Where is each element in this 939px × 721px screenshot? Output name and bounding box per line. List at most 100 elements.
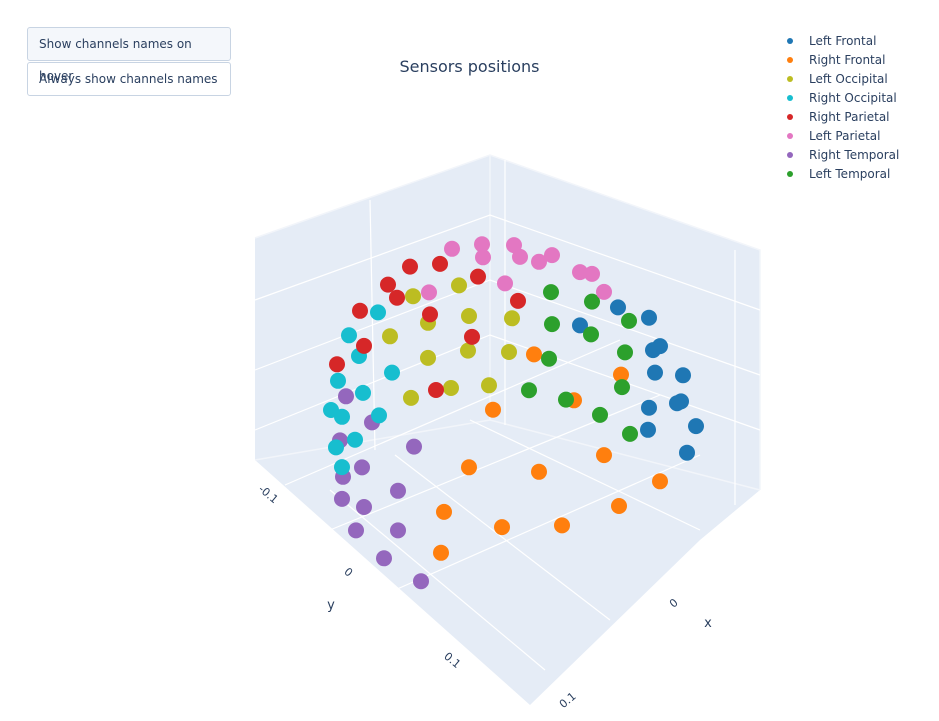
marker-left-frontal[interactable]	[647, 364, 663, 381]
marker-right-frontal[interactable]	[611, 498, 627, 514]
marker-right-occipital[interactable]	[334, 459, 350, 476]
marker-right-parietal[interactable]	[422, 306, 438, 323]
marker-left-frontal[interactable]	[675, 367, 691, 384]
marker-right-parietal[interactable]	[464, 328, 480, 345]
marker-left-occipital[interactable]	[382, 328, 398, 345]
y-tick-label: 0.1	[441, 650, 463, 671]
marker-right-temporal[interactable]	[354, 459, 370, 476]
legend-item-right-occipital[interactable]: Right Occipital	[780, 88, 899, 107]
marker-left-temporal[interactable]	[541, 350, 557, 367]
marker-left-parietal[interactable]	[421, 284, 437, 301]
marker-right-occipital[interactable]	[371, 407, 387, 424]
marker-right-parietal[interactable]	[329, 356, 345, 373]
marker-right-temporal[interactable]	[390, 482, 406, 499]
marker-left-parietal[interactable]	[531, 253, 547, 270]
marker-right-parietal[interactable]	[380, 276, 396, 293]
marker-left-parietal[interactable]	[596, 283, 612, 300]
marker-left-temporal[interactable]	[543, 284, 559, 301]
marker-left-occipital[interactable]	[420, 349, 436, 366]
marker-right-occipital[interactable]	[334, 408, 350, 425]
marker-left-temporal[interactable]	[621, 312, 637, 329]
marker-left-parietal[interactable]	[584, 265, 600, 282]
marker-left-temporal[interactable]	[544, 316, 560, 333]
marker-left-parietal[interactable]	[475, 249, 491, 266]
marker-right-frontal[interactable]	[531, 463, 547, 480]
marker-right-temporal[interactable]	[413, 573, 429, 590]
marker-left-parietal[interactable]	[444, 240, 460, 257]
legend-item-right-temporal[interactable]: Right Temporal	[780, 145, 899, 164]
marker-right-occipital[interactable]	[355, 384, 371, 401]
legend-item-left-parietal[interactable]: Left Parietal	[780, 126, 899, 145]
legend-label: Right Parietal	[809, 109, 890, 124]
marker-left-frontal[interactable]	[679, 444, 695, 461]
marker-right-occipital[interactable]	[370, 304, 386, 321]
marker-left-temporal[interactable]	[583, 326, 599, 343]
marker-left-frontal[interactable]	[610, 299, 626, 316]
marker-left-parietal[interactable]	[512, 248, 528, 265]
marker-right-temporal[interactable]	[356, 499, 372, 515]
marker-right-frontal[interactable]	[436, 503, 452, 520]
marker-right-parietal[interactable]	[510, 292, 526, 309]
marker-left-occipital[interactable]	[403, 389, 419, 406]
marker-left-temporal[interactable]	[622, 425, 638, 442]
marker-left-occipital[interactable]	[501, 344, 517, 360]
marker-left-occipital[interactable]	[451, 277, 467, 294]
legend-marker-icon	[787, 37, 793, 44]
marker-right-temporal[interactable]	[406, 438, 422, 455]
marker-right-parietal[interactable]	[470, 268, 486, 285]
marker-left-frontal[interactable]	[641, 309, 657, 326]
marker-left-temporal[interactable]	[521, 382, 537, 399]
marker-left-temporal[interactable]	[592, 406, 608, 423]
marker-left-temporal[interactable]	[614, 379, 630, 396]
legend-item-left-temporal[interactable]: Left Temporal	[780, 164, 899, 183]
marker-right-frontal[interactable]	[485, 401, 501, 418]
marker-right-frontal[interactable]	[526, 346, 542, 363]
marker-left-occipital[interactable]	[504, 310, 520, 327]
marker-right-temporal[interactable]	[338, 388, 354, 405]
marker-right-frontal[interactable]	[596, 447, 612, 464]
legend-marker-icon	[787, 56, 793, 63]
marker-right-parietal[interactable]	[432, 255, 448, 272]
scene-background	[255, 155, 760, 705]
marker-left-temporal[interactable]	[617, 344, 633, 361]
legend-item-left-frontal[interactable]: Left Frontal	[780, 31, 899, 50]
marker-left-occipital[interactable]	[443, 380, 459, 396]
marker-right-temporal[interactable]	[348, 522, 364, 539]
marker-right-temporal[interactable]	[376, 550, 392, 567]
marker-left-occipital[interactable]	[405, 288, 421, 305]
marker-right-occipital[interactable]	[328, 439, 344, 456]
marker-right-parietal[interactable]	[389, 289, 405, 306]
marker-right-parietal[interactable]	[428, 382, 444, 398]
marker-right-parietal[interactable]	[402, 258, 418, 275]
x-tick-label: 0	[667, 596, 681, 610]
marker-right-occipital[interactable]	[347, 431, 363, 448]
legend-item-right-parietal[interactable]: Right Parietal	[780, 107, 899, 126]
marker-right-frontal[interactable]	[494, 519, 510, 536]
legend-marker-icon	[787, 132, 793, 139]
marker-right-occipital[interactable]	[384, 364, 400, 381]
marker-right-frontal[interactable]	[433, 544, 449, 561]
x-tick-label: 0.1	[557, 690, 579, 711]
marker-right-parietal[interactable]	[352, 302, 368, 319]
marker-right-occipital[interactable]	[330, 372, 346, 389]
legend-item-right-frontal[interactable]: Right Frontal	[780, 50, 899, 69]
marker-right-temporal[interactable]	[390, 522, 406, 539]
marker-left-occipital[interactable]	[460, 342, 476, 359]
marker-right-frontal[interactable]	[461, 459, 477, 476]
marker-left-frontal[interactable]	[688, 418, 704, 435]
marker-right-temporal[interactable]	[334, 490, 350, 507]
marker-left-temporal[interactable]	[558, 391, 574, 408]
marker-left-frontal[interactable]	[640, 421, 656, 438]
marker-left-frontal[interactable]	[645, 342, 661, 359]
marker-left-frontal[interactable]	[641, 399, 657, 416]
legend: Left Frontal Right Frontal Left Occipital R…	[780, 31, 899, 183]
marker-left-frontal[interactable]	[669, 395, 685, 412]
legend-item-left-occipital[interactable]: Left Occipital	[780, 69, 899, 88]
marker-right-frontal[interactable]	[652, 473, 668, 490]
marker-left-parietal[interactable]	[497, 275, 513, 292]
marker-right-frontal[interactable]	[554, 517, 570, 534]
marker-left-occipital[interactable]	[461, 308, 477, 324]
marker-right-occipital[interactable]	[341, 327, 357, 344]
marker-right-parietal[interactable]	[356, 337, 372, 354]
marker-left-occipital[interactable]	[481, 377, 497, 394]
